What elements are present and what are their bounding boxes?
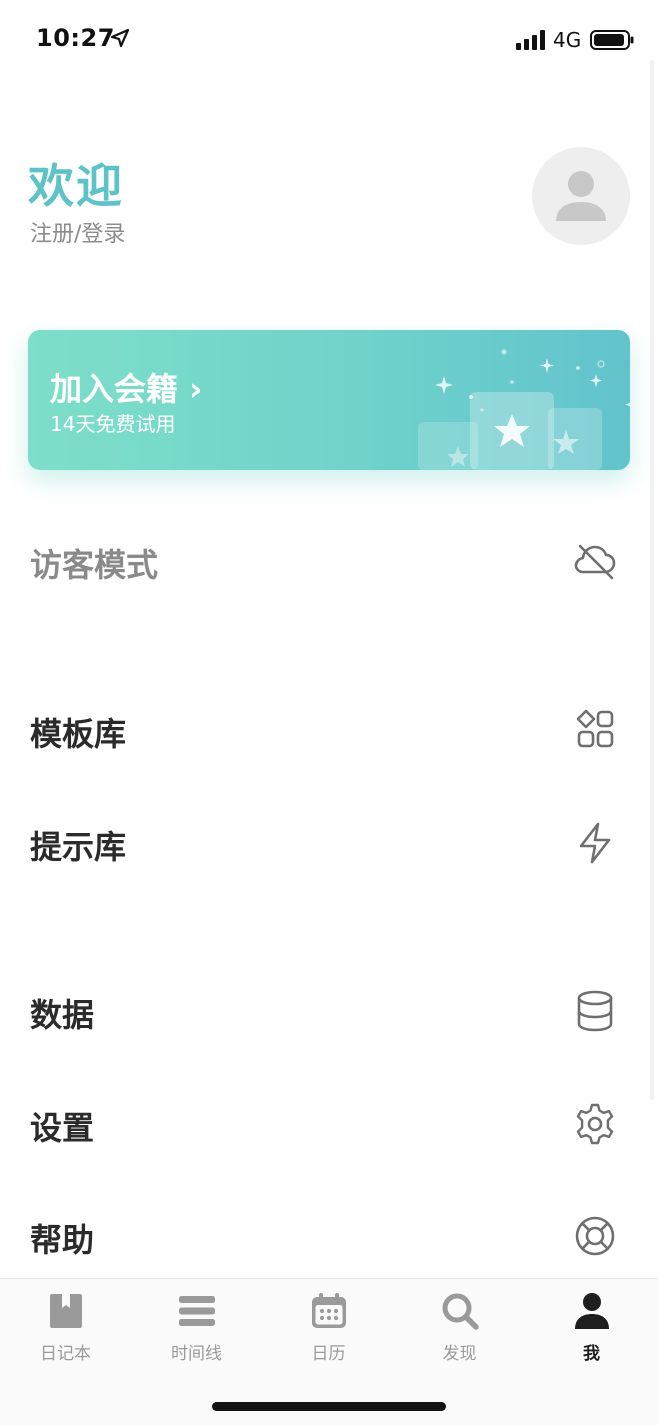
menu-item-label: 帮助 — [30, 1221, 95, 1259]
tab-label: 发现 — [442, 1344, 477, 1364]
tab-label: 我 — [583, 1344, 600, 1364]
menu-item-label: 提示库 — [30, 828, 127, 866]
menu-item-help[interactable]: 帮助 — [0, 1205, 658, 1265]
grid-icon — [576, 709, 614, 748]
tab-me[interactable]: 我 — [526, 1279, 657, 1379]
cloud-off-icon — [574, 544, 616, 580]
gear-icon — [576, 1103, 614, 1145]
menu-item-settings[interactable]: 设置 — [0, 1093, 658, 1153]
network-type: 4G — [553, 28, 582, 52]
calendar-icon — [312, 1293, 346, 1328]
battery-icon — [590, 30, 634, 50]
menu-item-prompt-library[interactable]: 提示库 — [0, 812, 658, 872]
avatar[interactable] — [532, 147, 630, 245]
home-indicator[interactable] — [212, 1402, 446, 1411]
membership-banner[interactable]: 加入会籍 › 14天免费试用 — [28, 330, 630, 470]
page-title: 欢迎 — [28, 159, 124, 213]
membership-subtitle: 14天免费试用 — [50, 412, 176, 436]
star-podium-illustration — [418, 349, 630, 470]
timeline-icon — [179, 1296, 215, 1326]
tab-journal[interactable]: 日记本 — [0, 1279, 131, 1379]
person-icon — [575, 1293, 609, 1329]
journal-icon — [50, 1294, 82, 1328]
menu-item-label: 访客模式 — [30, 546, 159, 584]
lightning-icon — [579, 822, 611, 864]
tab-label: 日记本 — [40, 1344, 91, 1364]
menu-item-label: 设置 — [30, 1109, 95, 1147]
menu-item-guest-mode[interactable]: 访客模式 — [0, 530, 658, 590]
lifebuoy-icon — [575, 1216, 615, 1256]
tab-discover[interactable]: 发现 — [394, 1279, 525, 1379]
register-login-link[interactable]: 注册/登录 — [30, 216, 125, 248]
tab-label: 时间线 — [171, 1344, 222, 1364]
tab-label: 日历 — [311, 1344, 346, 1364]
membership-title: 加入会籍 › — [50, 370, 203, 408]
status-time: 10:27 — [36, 24, 115, 52]
location-arrow-icon — [110, 28, 130, 48]
tab-calendar[interactable]: 日历 — [263, 1279, 394, 1379]
menu-item-template-library[interactable]: 模板库 — [0, 699, 658, 759]
menu-item-label: 数据 — [30, 996, 95, 1034]
menu-item-data[interactable]: 数据 — [0, 980, 658, 1040]
database-icon — [577, 990, 613, 1032]
search-icon — [442, 1293, 479, 1330]
person-placeholder-icon — [556, 171, 606, 221]
tab-timeline[interactable]: 时间线 — [131, 1279, 262, 1379]
signal-icon — [516, 30, 545, 50]
status-bar: 10:27 4G — [0, 0, 658, 80]
menu-item-label: 模板库 — [30, 715, 127, 753]
